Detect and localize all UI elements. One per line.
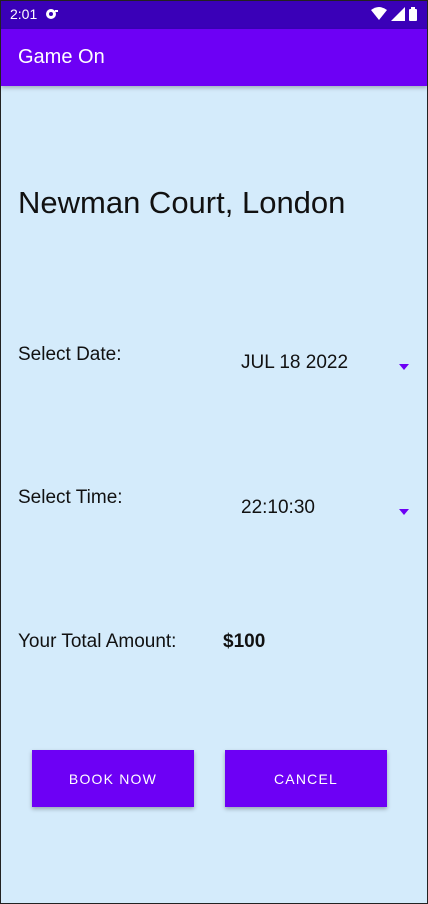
- date-dropdown-value: JUL 18 2022: [241, 352, 349, 373]
- venue-title: Newman Court, London: [18, 185, 346, 220]
- cancel-button[interactable]: CANCEL: [225, 750, 387, 807]
- app-title: Game On: [18, 46, 105, 68]
- screen: 2:01 Game On Newman Court, London Select…: [0, 0, 428, 904]
- date-dropdown[interactable]: JUL 18 2022: [241, 350, 413, 380]
- total-amount-label: Your Total Amount:: [18, 631, 177, 652]
- status-bar: 2:01: [1, 1, 427, 29]
- status-time: 2:01: [10, 6, 38, 22]
- time-dropdown[interactable]: 22:10:30: [241, 495, 413, 525]
- app-bar: Game On: [1, 29, 427, 86]
- battery-icon: [409, 7, 417, 26]
- signal-icon: [391, 7, 405, 26]
- select-date-label: Select Date:: [18, 344, 122, 365]
- total-amount-value: $100: [223, 631, 266, 652]
- app-notification-icon: [45, 7, 59, 21]
- book-now-button[interactable]: BOOK NOW: [32, 750, 194, 807]
- wifi-icon: [371, 7, 387, 26]
- select-time-label: Select Time:: [18, 487, 123, 508]
- status-icons: [371, 7, 417, 26]
- dropdown-arrow-icon: [397, 359, 411, 370]
- dropdown-arrow-icon: [397, 504, 411, 515]
- time-dropdown-value: 22:10:30: [241, 497, 315, 518]
